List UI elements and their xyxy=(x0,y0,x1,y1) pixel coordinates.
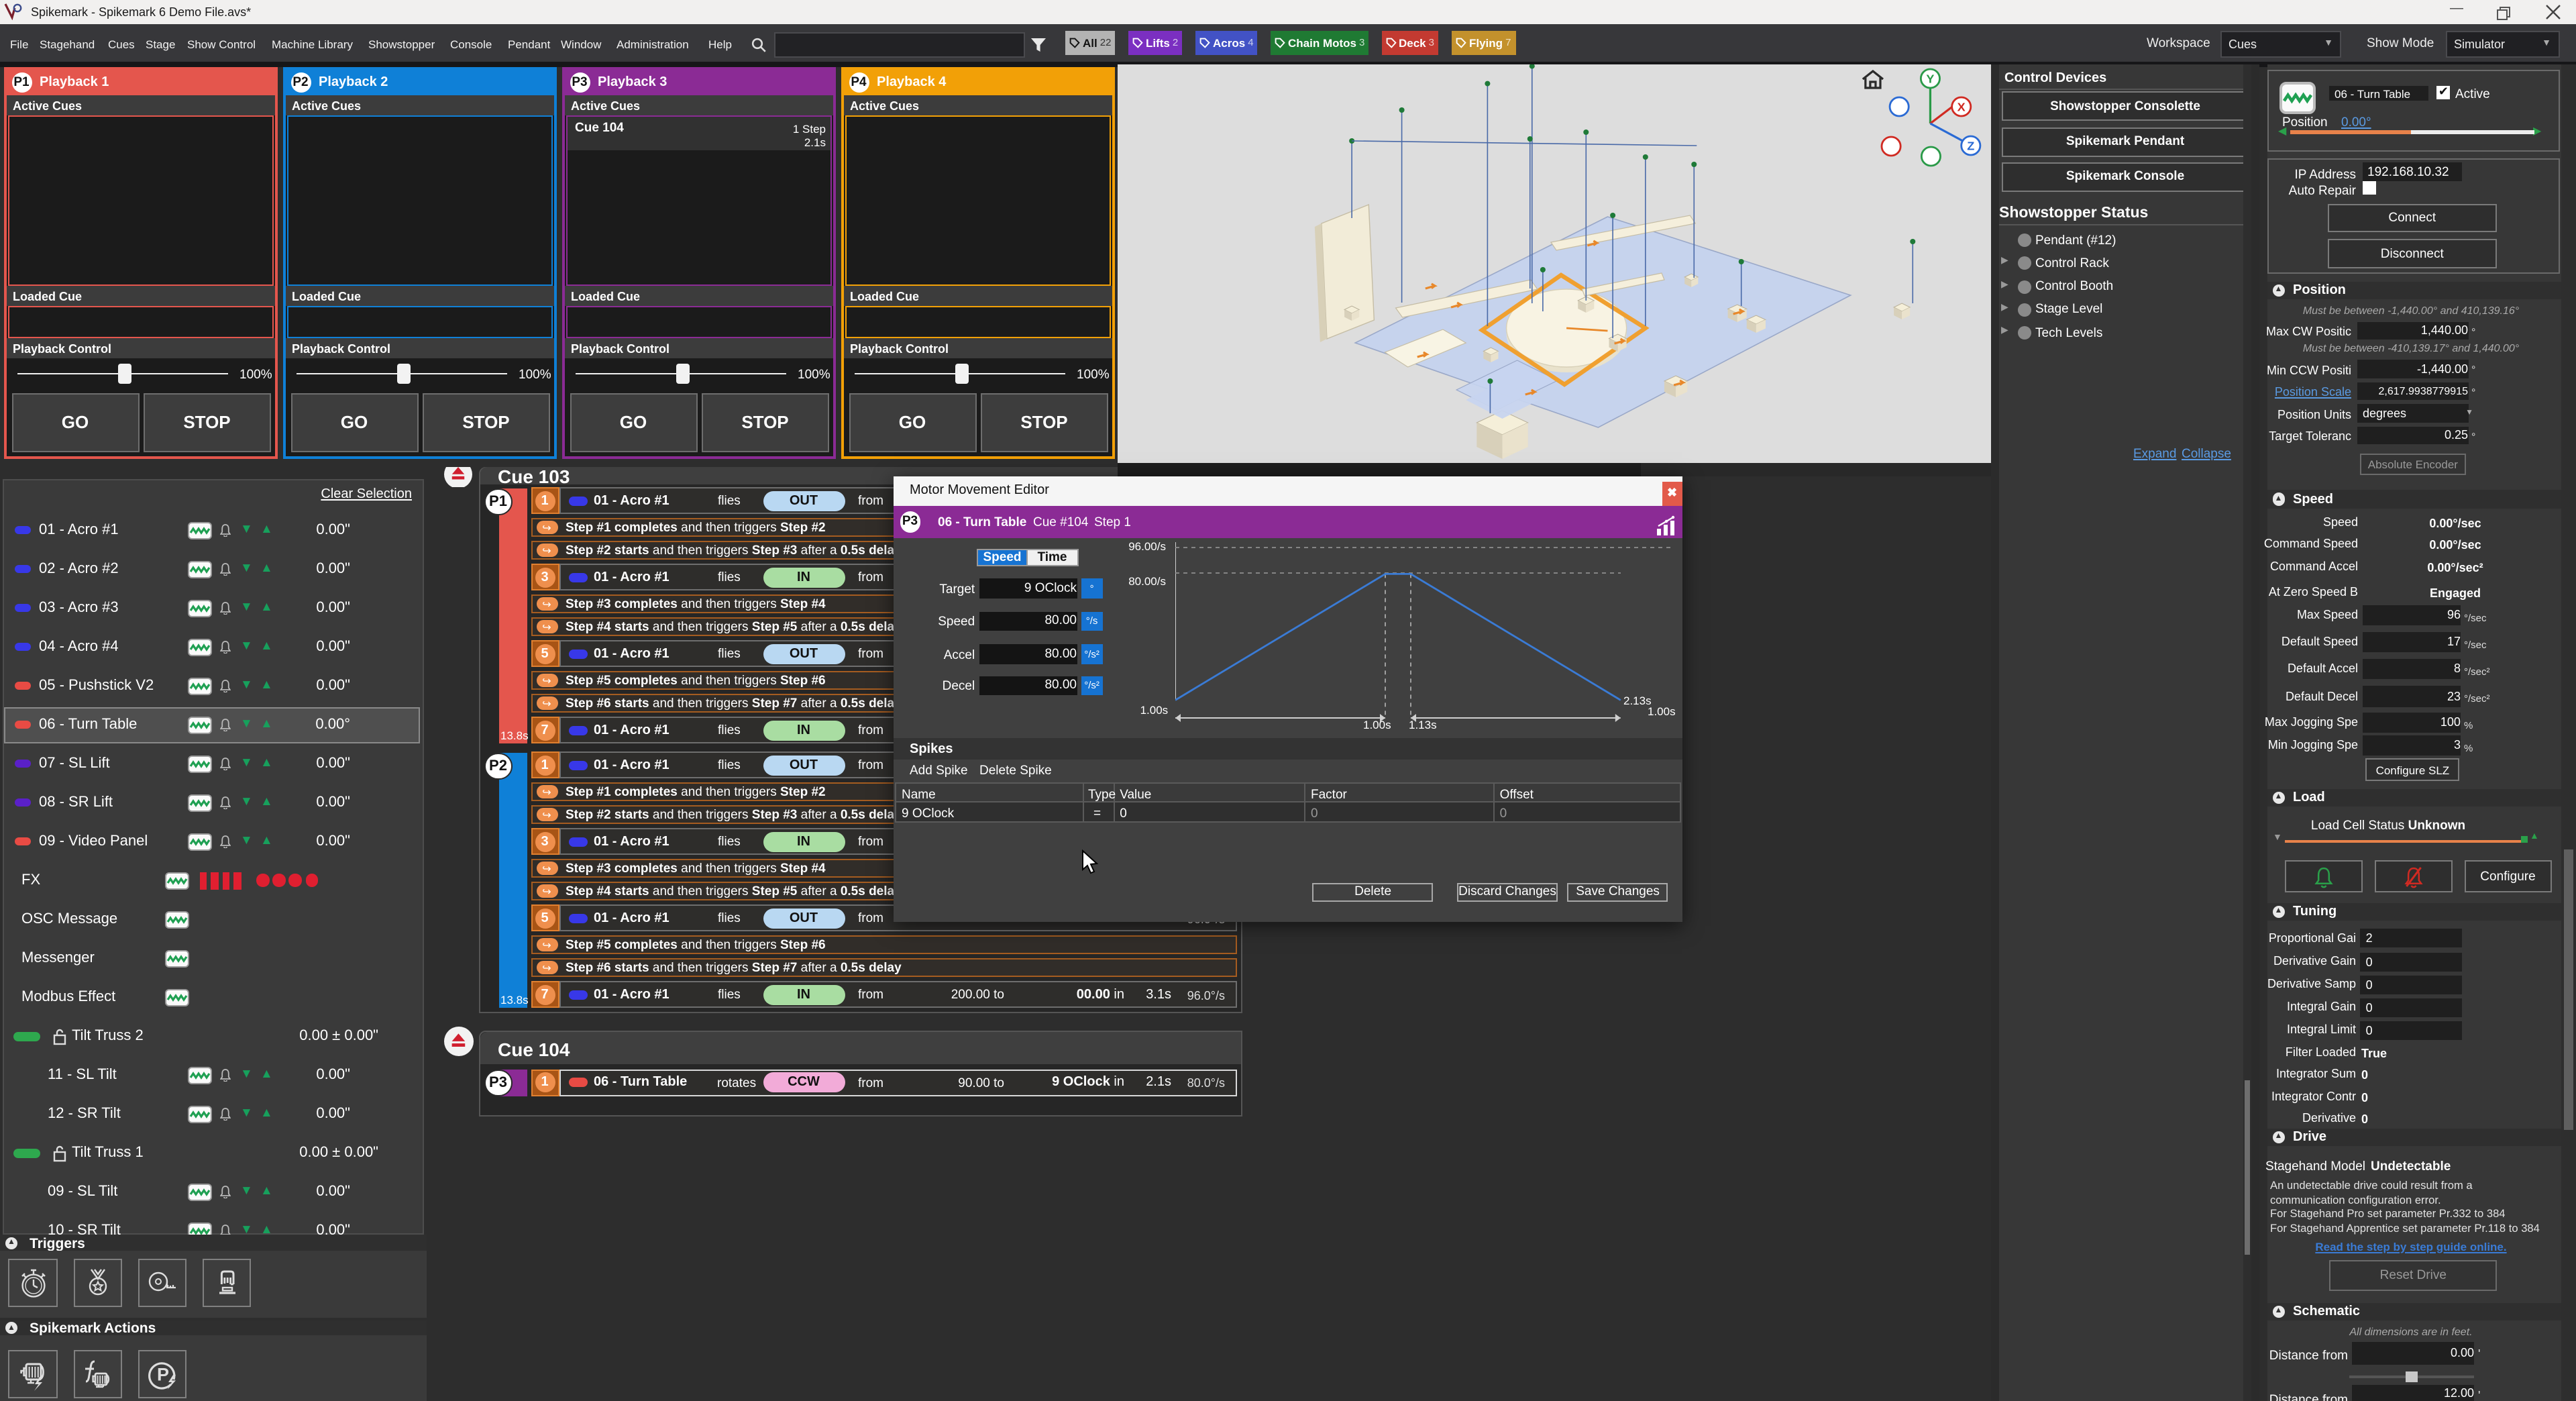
svg-text:X: X xyxy=(1957,99,1966,113)
svg-text:Z: Z xyxy=(1967,138,1974,152)
svg-text:Y: Y xyxy=(1926,71,1934,85)
svg-text:P: P xyxy=(156,1364,168,1384)
